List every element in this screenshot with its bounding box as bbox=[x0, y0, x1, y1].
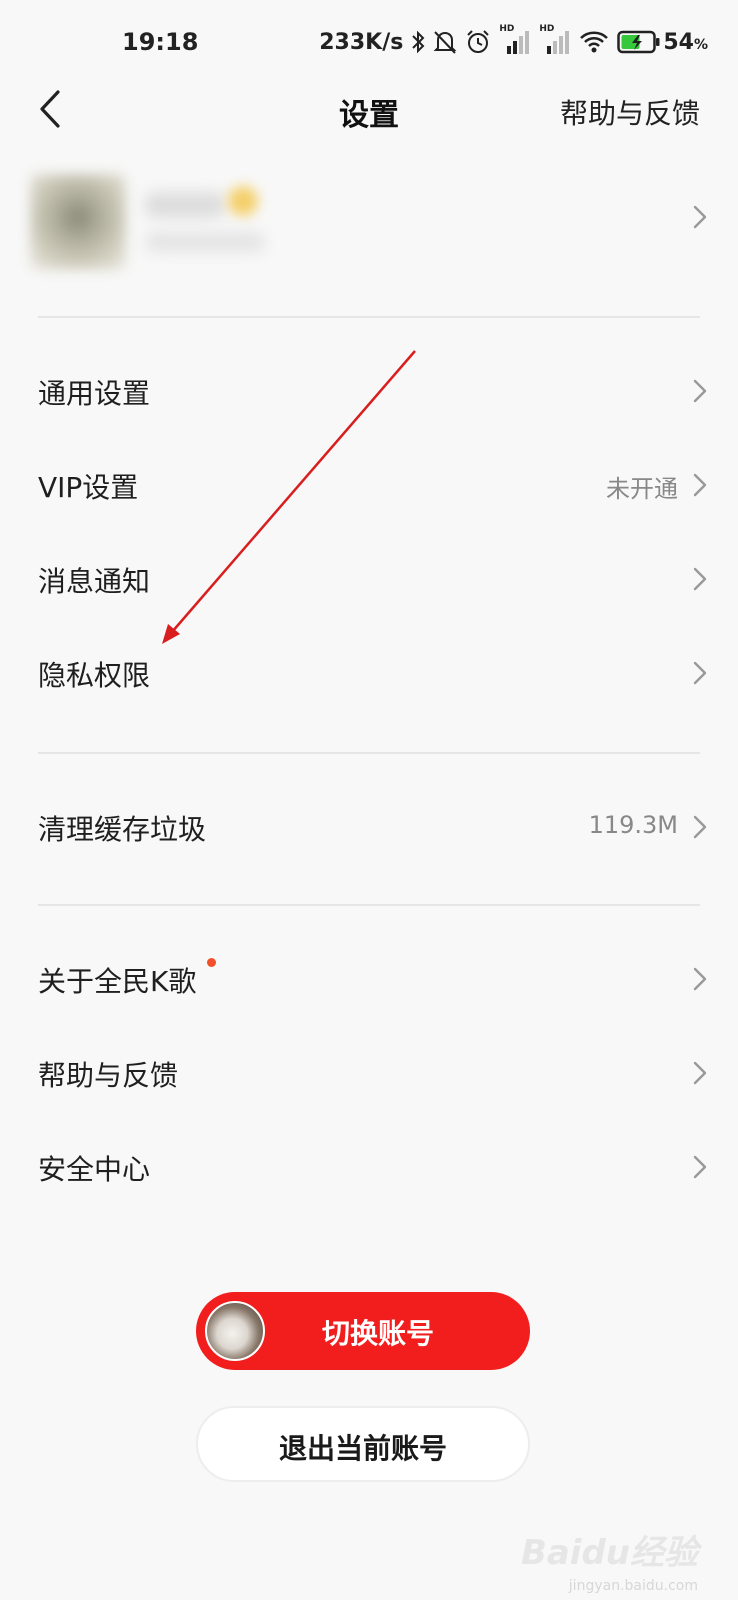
chevron-right-icon bbox=[693, 815, 707, 839]
bell-muted-icon bbox=[433, 29, 457, 55]
menu-item-notifications[interactable]: 消息通知 bbox=[0, 536, 738, 628]
battery-icon bbox=[617, 30, 660, 54]
switch-account-button[interactable]: 切换账号 bbox=[196, 1292, 530, 1370]
cell-signal-2-icon: HD bbox=[539, 24, 571, 56]
chevron-right-icon bbox=[693, 205, 707, 229]
battery-value: 54 bbox=[663, 29, 694, 55]
chevron-right-icon bbox=[693, 1061, 707, 1085]
menu-item-privacy-permissions[interactable]: 隐私权限 bbox=[0, 630, 738, 722]
menu-item-label: 隐私权限 bbox=[38, 659, 151, 692]
menu-item-label: 安全中心 bbox=[38, 1153, 151, 1186]
chevron-right-icon bbox=[693, 1155, 707, 1179]
menu-item-general-settings[interactable]: 通用设置 bbox=[0, 348, 738, 440]
menu-item-help-feedback[interactable]: 帮助与反馈 bbox=[0, 1030, 738, 1122]
menu-item-security-center[interactable]: 安全中心 bbox=[0, 1124, 738, 1216]
menu-item-label: 通用设置 bbox=[38, 377, 151, 410]
divider bbox=[38, 752, 700, 754]
battery-unit: % bbox=[693, 36, 708, 53]
alarm-clock-icon bbox=[465, 29, 491, 55]
wifi-icon bbox=[579, 30, 609, 54]
bluetooth-icon bbox=[411, 30, 425, 54]
chevron-right-icon bbox=[693, 661, 707, 685]
switch-account-label: 切换账号 bbox=[321, 1317, 434, 1350]
menu-item-about[interactable]: 关于全民K歌 bbox=[0, 936, 738, 1028]
chevron-right-icon bbox=[693, 473, 707, 497]
chevron-right-icon bbox=[693, 567, 707, 591]
logout-label: 退出当前账号 bbox=[278, 1432, 447, 1465]
menu-item-label: 消息通知 bbox=[38, 565, 151, 598]
hd-label: HD bbox=[539, 24, 555, 34]
battery-indicator: 54% bbox=[617, 30, 708, 55]
menu-item-label: 关于全民K歌 bbox=[38, 965, 197, 998]
profile-subtitle-blurred bbox=[145, 232, 265, 252]
hd-label: HD bbox=[499, 24, 515, 34]
chevron-right-icon bbox=[693, 379, 707, 403]
baidu-watermark: Baidu经验 bbox=[521, 1525, 698, 1574]
watermark-url: jingyan.baidu.com bbox=[568, 1578, 698, 1594]
chevron-right-icon bbox=[693, 967, 707, 991]
profile-badge-blurred bbox=[228, 186, 258, 216]
avatar bbox=[30, 174, 126, 270]
help-feedback-link[interactable]: 帮助与反馈 bbox=[560, 92, 700, 132]
vip-status-value: 未开通 bbox=[606, 475, 678, 503]
divider bbox=[38, 316, 700, 318]
net-speed: 233K/s bbox=[319, 29, 404, 55]
status-bar: 19:18 233K/s HD HD 54% bbox=[0, 0, 738, 86]
divider bbox=[38, 904, 700, 906]
status-icons: 233K/s HD HD 54% bbox=[319, 24, 708, 58]
watermark-text: Baidu经验 bbox=[520, 1533, 698, 1573]
menu-item-label: 帮助与反馈 bbox=[38, 1059, 179, 1092]
logout-button[interactable]: 退出当前账号 bbox=[196, 1406, 530, 1482]
menu-item-label: 清理缓存垃圾 bbox=[38, 813, 207, 846]
menu-item-vip-settings[interactable]: VIP设置 未开通 bbox=[0, 442, 738, 534]
nav-bar: 设置 帮助与反馈 bbox=[0, 86, 738, 133]
profile-row[interactable] bbox=[0, 170, 738, 274]
cell-signal-1-icon: HD bbox=[499, 24, 531, 56]
status-time: 19:18 bbox=[122, 28, 199, 56]
menu-item-label: VIP设置 bbox=[38, 471, 139, 504]
new-badge-dot bbox=[207, 958, 216, 967]
profile-name-blurred bbox=[145, 192, 225, 218]
cache-size-value: 119.3M bbox=[588, 811, 678, 839]
menu-item-clear-cache[interactable]: 清理缓存垃圾 119.3M bbox=[0, 784, 738, 876]
